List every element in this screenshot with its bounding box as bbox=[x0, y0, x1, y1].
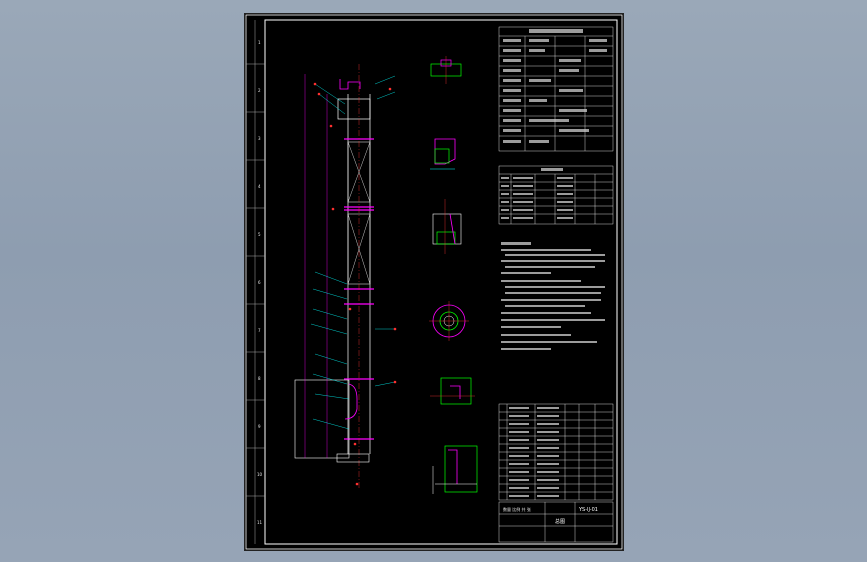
svg-text:11: 11 bbox=[257, 520, 263, 525]
svg-text:7: 7 bbox=[258, 328, 261, 333]
svg-text:6: 6 bbox=[258, 280, 261, 285]
svg-text:8: 8 bbox=[258, 376, 261, 381]
svg-text:9: 9 bbox=[258, 424, 261, 429]
detail-view bbox=[430, 56, 462, 254]
svg-text:5: 5 bbox=[258, 232, 261, 237]
drawing-name: 总图 bbox=[555, 518, 565, 525]
drawing-sheet: 1 2 3 4 5 6 7 8 9 10 11 YS-IJ-01 总图 数量 比例 共 张 bbox=[244, 13, 624, 551]
column-drawing bbox=[294, 64, 397, 489]
drawing-number: YS-IJ-01 bbox=[578, 507, 598, 513]
zone-marks bbox=[246, 20, 265, 544]
flange-detail bbox=[429, 301, 478, 494]
scale-row: 数量 比例 共 张 bbox=[503, 506, 531, 512]
cad-drawing: 1 2 3 4 5 6 7 8 9 10 11 YS-IJ-01 总图 数量 比例 共 张 bbox=[245, 14, 623, 550]
svg-text:1: 1 bbox=[258, 40, 261, 45]
svg-text:10: 10 bbox=[257, 472, 263, 477]
svg-text:2: 2 bbox=[258, 88, 261, 93]
svg-text:3: 3 bbox=[258, 136, 261, 141]
svg-text:4: 4 bbox=[258, 184, 261, 189]
